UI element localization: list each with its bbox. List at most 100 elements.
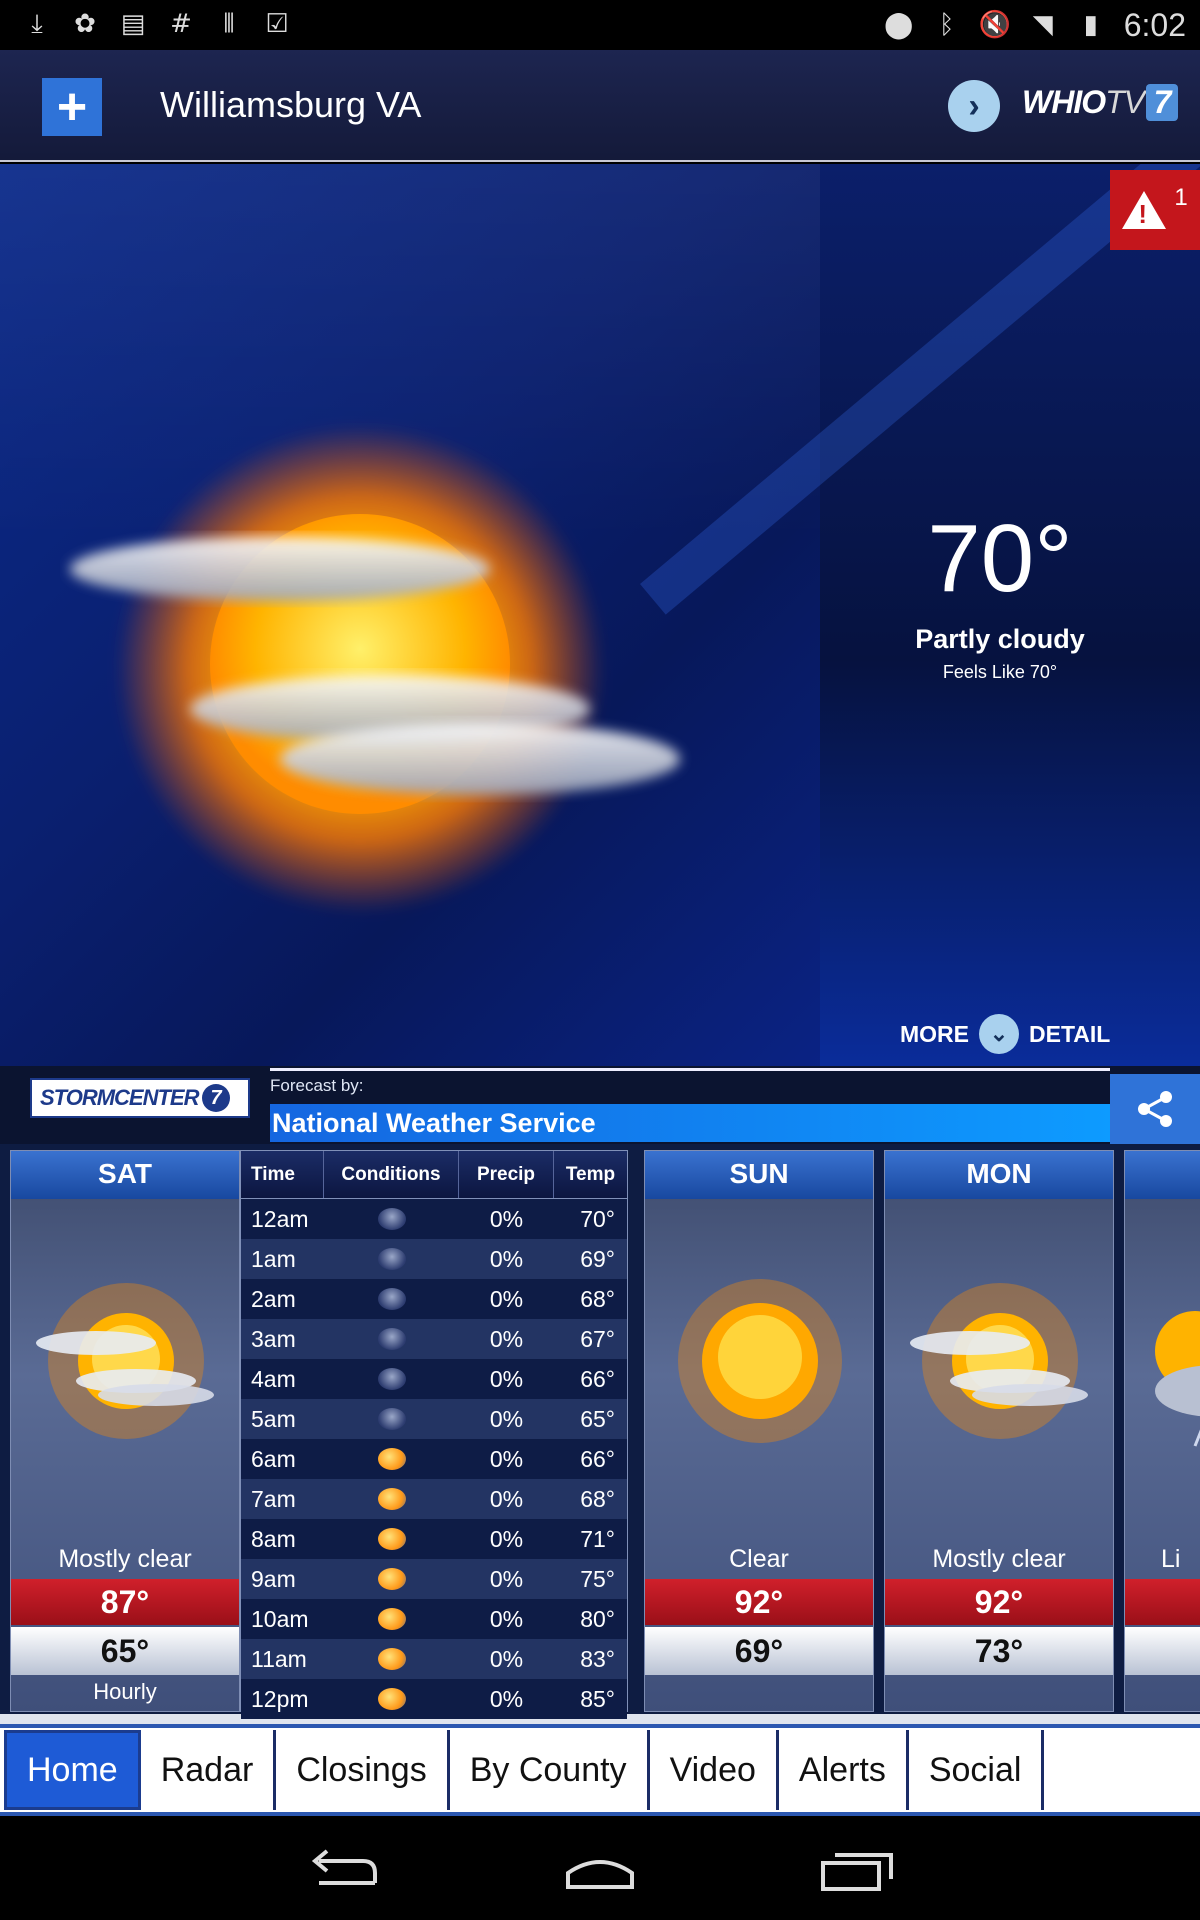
row-conditions [324,1639,459,1679]
weather-alert-button[interactable]: ! 1 [1110,170,1200,250]
night-cloudy-icon [377,1328,406,1350]
day-card-sat[interactable]: SAT Mostly clear 87° 65° Hourly [10,1150,240,1712]
hourly-link[interactable]: Hourly [11,1679,239,1705]
brand-name: WHIO [1022,84,1106,120]
row-precip: 0% [489,1566,524,1592]
storm-icon [1155,1311,1200,1447]
home-button[interactable] [555,1838,645,1902]
row-conditions [324,1359,459,1399]
tab-radar[interactable]: Radar [141,1730,277,1810]
row-time: 7am [251,1486,296,1512]
battery-icon: ▮ [1083,10,1098,40]
row-time: 8am [251,1526,296,1552]
warning-icon: ! [1122,191,1167,229]
day-condition: Li [1161,1545,1181,1573]
row-temp: 66° [580,1446,615,1472]
row-temp: 68° [580,1286,615,1312]
back-icon [311,1849,377,1885]
station-logo: WHIOTV 7 [1022,84,1178,121]
location-icon: ⬤ [884,10,914,40]
row-time: 10am [251,1606,309,1632]
row-precip: 0% [489,1606,524,1632]
more-detail-button[interactable]: MORE ⌄ DETAIL [900,1014,1110,1054]
hourly-row: 8am 0% 71° [241,1519,627,1559]
location-title[interactable]: Williamsburg VA [160,84,421,126]
row-temp: 80° [580,1606,615,1632]
row-time: 12am [251,1206,309,1232]
notification-icons: ⤓ ✿ ▤ # ⦀ ☑ [22,8,292,40]
image-icon: ✿ [74,9,96,39]
high-temperature: 87° [11,1579,239,1625]
forecast-provider: National Weather Service [270,1104,1110,1142]
row-precip: 0% [489,1366,524,1392]
tab-alerts[interactable]: Alerts [779,1730,909,1810]
row-conditions [324,1279,459,1319]
tab-video[interactable]: Video [650,1730,779,1810]
download-icon: ⤓ [31,8,43,39]
home-icon [566,1860,634,1889]
clock: 6:02 [1123,6,1186,43]
row-conditions [324,1319,459,1359]
row-temp: 66° [580,1366,615,1392]
status-bar: ⤓ ✿ ▤ # ⦀ ☑ ⬤ ᛒ 🔇 ◥ ▮ 6:02 [0,0,1200,50]
day-cloudy-icon [377,1648,406,1670]
hourly-row: 7am 0% 68° [241,1479,627,1519]
partly-cloudy-icon [910,1283,1088,1439]
stormcenter-logo: STORMCENTER 7 [30,1078,250,1118]
recent-apps-button[interactable] [812,1838,902,1902]
row-time: 6am [251,1446,296,1472]
next-location-button[interactable]: › [948,80,1000,132]
day-cloudy-icon [377,1688,406,1710]
app-header: + Williamsburg VA › WHIOTV 7 [0,50,1200,162]
logo-text: STORMCENTER [40,1085,199,1110]
row-time: 12pm [251,1686,309,1712]
row-conditions [324,1559,459,1599]
day-card-next[interactable]: Li [1124,1150,1200,1712]
night-cloudy-icon [377,1368,406,1390]
row-temp: 85° [580,1686,615,1712]
header-temp: Temp [565,1164,616,1185]
current-temperature: 70° [927,505,1073,612]
news-icon: ▤ [120,9,146,39]
row-precip: 0% [489,1286,524,1312]
high-temperature: 92° [645,1579,873,1625]
low-temperature: 65° [11,1627,239,1675]
hourly-table[interactable]: Time Conditions Precip Temp 12am 0% 70° 1am… [240,1150,628,1719]
hashtag-icon: # [170,9,192,39]
night-cloudy-icon [377,1288,406,1310]
row-temp: 68° [580,1486,615,1512]
divider [270,1068,1110,1071]
share-button[interactable] [1110,1074,1200,1144]
alert-count: 1 [1174,184,1188,211]
tab-closings[interactable]: Closings [276,1730,450,1810]
hourly-row: 3am 0% 67° [241,1319,627,1359]
row-precip: 0% [489,1686,524,1712]
row-time: 4am [251,1366,296,1392]
row-conditions [324,1199,459,1239]
partly-cloudy-icon [70,424,680,914]
tab-social[interactable]: Social [909,1730,1045,1810]
hourly-row: 9am 0% 75° [241,1559,627,1599]
day-label: SAT [11,1151,239,1199]
day-card-sun[interactable]: SUN Clear 92° 69° [644,1150,874,1712]
mute-icon: 🔇 [978,10,1011,40]
sun-icon [678,1279,842,1443]
row-temp: 67° [580,1326,615,1352]
forecast-scroller[interactable]: SAT Mostly clear 87° 65° Hourly Time Con… [0,1144,1200,1719]
day-cloudy-icon [377,1568,406,1590]
current-condition: Partly cloudy [915,624,1085,654]
chevron-right-icon: › [968,86,980,125]
system-nav-bar [0,1820,1200,1920]
day-card-mon[interactable]: MON Mostly clear 92° 73° [884,1150,1114,1712]
bottom-tab-bar: Home Radar Closings By County Video Alerts Soc… [0,1724,1200,1816]
add-location-button[interactable]: + [42,78,102,136]
tab-by-county[interactable]: By County [450,1730,650,1810]
high-temperature: 92° [885,1579,1113,1625]
row-precip: 0% [489,1246,524,1272]
tab-home[interactable]: Home [4,1730,141,1810]
row-conditions [324,1239,459,1279]
brand-tv: TV [1105,84,1145,120]
hourly-rows: 12am 0% 70° 1am 0% 69° 2am 0% 68° 3am 0% 67° 4am 0% 66… [241,1199,627,1719]
row-time: 9am [251,1566,296,1592]
back-button[interactable] [300,1838,390,1902]
